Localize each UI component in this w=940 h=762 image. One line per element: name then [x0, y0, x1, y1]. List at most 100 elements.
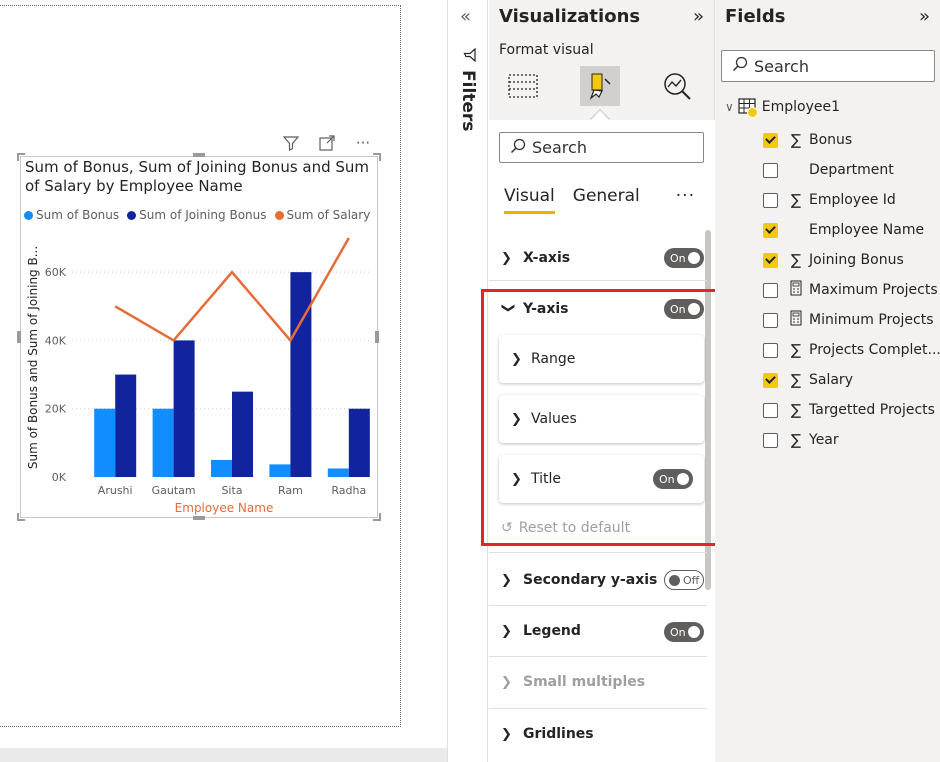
- legend-toggle-knob: [688, 626, 700, 638]
- y-tick-label: 20K: [45, 403, 67, 416]
- field-label: Employee Id: [809, 192, 896, 208]
- field-item[interactable]: Employee Name: [763, 218, 924, 242]
- field-label: Year: [809, 432, 839, 448]
- chart-title: Sum of Bonus, Sum of Joining Bonus and S…: [25, 158, 370, 195]
- field-item[interactable]: Maximum Projects: [763, 278, 938, 302]
- search-icon: [510, 138, 526, 158]
- x-axis-toggle[interactable]: On: [664, 248, 704, 268]
- filter-icon[interactable]: [280, 132, 302, 154]
- analytics-icon[interactable]: [657, 66, 697, 106]
- bar: [348, 408, 370, 477]
- search-icon: [732, 56, 748, 76]
- field-label: Joining Bonus: [809, 252, 904, 268]
- section-gridlines-label: Gridlines: [523, 726, 594, 742]
- chevron-right-icon: ❯: [501, 572, 512, 588]
- y-tick-label: 40K: [45, 334, 67, 347]
- calculator-icon: [786, 310, 806, 330]
- expand-fields-icon[interactable]: »: [919, 6, 930, 27]
- fields-title: Fields: [725, 6, 786, 27]
- field-item[interactable]: ∑ Joining Bonus: [763, 248, 904, 272]
- sigma-icon: ∑: [790, 431, 802, 449]
- section-gridlines[interactable]: ❯ Gridlines: [489, 716, 707, 752]
- collapse-filters-icon[interactable]: «: [460, 6, 471, 27]
- report-canvas[interactable]: ··· Sum of Bonus, Sum of Joining Bonus a…: [0, 0, 447, 762]
- y-axis-highlight-box: [481, 289, 718, 546]
- format-visual-label: Format visual: [499, 42, 594, 58]
- x-tick-label: Gautam: [152, 484, 196, 497]
- format-more-options-icon[interactable]: ···: [676, 186, 695, 206]
- format-visual-icon[interactable]: [580, 66, 620, 106]
- canvas-bottom-strip: [0, 748, 447, 762]
- focus-mode-icon[interactable]: [316, 132, 338, 154]
- x-tick-label: Arushi: [98, 484, 133, 497]
- chevron-down-icon: ∨: [725, 100, 734, 114]
- legend-label-joining-bonus: Sum of Joining Bonus: [139, 208, 267, 222]
- legend-item-salary[interactable]: Sum of Salary: [274, 208, 370, 222]
- field-item[interactable]: ∑ Bonus: [763, 128, 852, 152]
- format-tabs: Visual General: [504, 186, 640, 214]
- x-axis-toggle-label: On: [670, 251, 686, 265]
- tab-general[interactable]: General: [573, 186, 640, 214]
- legend-toggle[interactable]: On: [664, 622, 704, 642]
- chart-plot: 0K 20K 40K 60K Sum of Bonus and Sum of Joini…: [26, 237, 372, 515]
- tab-visual[interactable]: Visual: [504, 186, 555, 214]
- filters-label-text: Filters: [458, 70, 478, 132]
- calculator-icon: [786, 280, 806, 300]
- field-item[interactable]: ∑ Year: [763, 428, 839, 452]
- build-visual-icon[interactable]: [503, 66, 543, 106]
- resize-handle-top-left[interactable]: [17, 153, 25, 161]
- chart-legend: Sum of Bonus Sum of Joining Bonus Sum of…: [24, 208, 370, 222]
- checkbox[interactable]: [763, 312, 778, 328]
- checkbox[interactable]: [763, 432, 778, 448]
- checkbox[interactable]: [763, 402, 778, 418]
- bar: [94, 408, 116, 477]
- section-small-multiples-label: Small multiples: [523, 674, 646, 690]
- section-small-multiples: ❯ Small multiples: [489, 664, 707, 700]
- checkbox[interactable]: [763, 342, 778, 358]
- filters-pane-icon: [459, 47, 477, 63]
- field-item[interactable]: ∑ Projects Complet...: [763, 338, 940, 362]
- checkbox-checked[interactable]: [763, 222, 778, 238]
- x-axis-title: Employee Name: [175, 501, 274, 515]
- field-item[interactable]: Department: [763, 158, 894, 182]
- field-item[interactable]: ∑ Salary: [763, 368, 853, 392]
- checkbox[interactable]: [763, 192, 778, 208]
- resize-handle-top[interactable]: [193, 153, 205, 157]
- fields-search-placeholder: Search: [754, 56, 809, 76]
- field-label: Employee Name: [809, 222, 925, 238]
- secondary-y-axis-toggle-label: Off: [683, 573, 700, 587]
- chevron-right-icon: ❯: [501, 726, 512, 742]
- bar: [173, 340, 195, 477]
- filters-pane-label[interactable]: Filters: [456, 46, 480, 131]
- table-employee1[interactable]: ∨ Employee1: [725, 98, 841, 118]
- legend-item-bonus[interactable]: Sum of Bonus: [24, 208, 119, 222]
- format-search-input[interactable]: Search: [499, 132, 704, 163]
- field-item[interactable]: Minimum Projects: [763, 308, 934, 332]
- field-label: Maximum Projects: [809, 282, 938, 298]
- sigma-icon: ∑: [790, 191, 802, 209]
- field-item[interactable]: ∑ Employee Id: [763, 188, 896, 212]
- y-tick-label: 60K: [45, 266, 67, 279]
- more-options-icon[interactable]: ···: [352, 132, 374, 154]
- x-axis-toggle-knob: [688, 252, 700, 264]
- expand-visualizations-icon[interactable]: »: [693, 6, 704, 27]
- table-icon: [738, 98, 758, 118]
- divider: [489, 656, 707, 657]
- checkbox-checked[interactable]: [763, 252, 778, 268]
- secondary-y-axis-toggle-knob: [669, 575, 680, 586]
- bar: [152, 408, 174, 477]
- checkbox[interactable]: [763, 162, 778, 178]
- checkbox[interactable]: [763, 282, 778, 298]
- sigma-icon: ∑: [790, 401, 802, 419]
- field-item[interactable]: ∑ Targetted Projects: [763, 398, 935, 422]
- field-label: Targetted Projects: [809, 402, 935, 418]
- checkbox-checked[interactable]: [763, 132, 778, 148]
- secondary-y-axis-toggle[interactable]: Off: [664, 570, 704, 590]
- table-name: Employee1: [761, 99, 841, 115]
- field-label: Salary: [809, 372, 853, 388]
- checkbox-checked[interactable]: [763, 372, 778, 388]
- legend-item-joining-bonus[interactable]: Sum of Joining Bonus: [127, 208, 267, 222]
- fields-search-input[interactable]: Search: [721, 50, 935, 82]
- bar: [290, 272, 312, 477]
- chevron-right-icon: ❯: [501, 674, 512, 690]
